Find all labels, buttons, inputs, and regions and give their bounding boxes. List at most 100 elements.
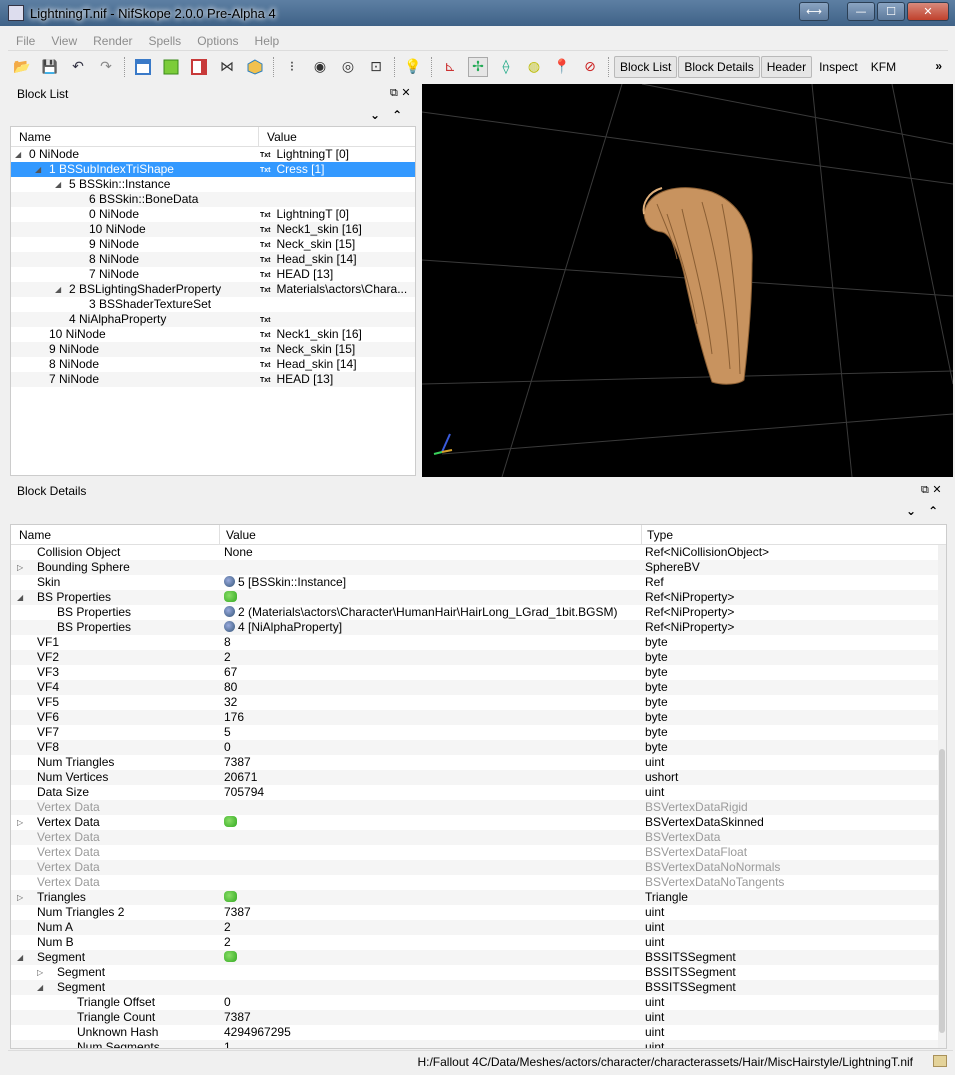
collapse-all-icon[interactable]: ⌃ — [928, 504, 938, 518]
details-row[interactable]: VF1 8 byte — [11, 635, 946, 650]
screenshot-icon[interactable]: ⊡ — [366, 57, 386, 77]
details-row-value[interactable]: 4 [NiAlphaProperty] — [224, 620, 342, 635]
details-row-value[interactable]: 176 — [224, 710, 244, 725]
array-icon[interactable] — [224, 816, 237, 827]
flip-view-icon[interactable]: ⋈ — [217, 57, 237, 77]
column-header-value[interactable]: Value — [226, 528, 256, 542]
details-table[interactable]: Name Value Type Collision Object None Ref<… — [10, 524, 947, 1049]
details-row[interactable]: Data Size 705794 uint — [11, 785, 946, 800]
walk-icon[interactable]: ⁝ — [282, 57, 302, 77]
details-row-value[interactable]: 67 — [224, 665, 237, 680]
details-row[interactable]: Vertex Data BSVertexDataNoTangents — [11, 875, 946, 890]
undo-icon[interactable]: ↶ — [68, 57, 88, 77]
details-row[interactable]: Vertex Data BSVertexDataNoNormals — [11, 860, 946, 875]
column-divider[interactable] — [641, 525, 642, 545]
tree-row[interactable]: ◢ 1 BSSubIndexTriShape Txt Cress [1] — [11, 162, 415, 177]
menu-options[interactable]: Options — [189, 34, 246, 48]
details-row[interactable]: ◢ Segment BSSITSSegment — [11, 980, 946, 995]
tab-inspect[interactable]: Inspect — [813, 56, 864, 78]
details-row[interactable]: VF8 0 byte — [11, 740, 946, 755]
details-row[interactable]: Vertex Data BSVertexData — [11, 830, 946, 845]
menu-view[interactable]: View — [43, 34, 85, 48]
menu-file[interactable]: File — [8, 34, 43, 48]
details-row[interactable]: VF6 176 byte — [11, 710, 946, 725]
details-row[interactable]: Collision Object None Ref<NiCollisionObjec… — [11, 545, 946, 560]
maximize-button[interactable]: ☐ — [877, 2, 905, 21]
show-collision-icon[interactable]: ◍ — [524, 57, 544, 77]
details-row[interactable]: Triangle Offset 0 uint — [11, 995, 946, 1010]
details-row-value[interactable]: 5 [BSSkin::Instance] — [224, 575, 346, 590]
details-row[interactable]: ▷ Bounding Sphere SphereBV — [11, 560, 946, 575]
menu-render[interactable]: Render — [85, 34, 140, 48]
tree-row[interactable]: 10 NiNode Txt Neck1_skin [16] — [11, 327, 415, 342]
details-row[interactable]: ◢ BS Properties Ref<NiProperty> — [11, 590, 946, 605]
show-axes-icon[interactable]: ⊾ — [440, 57, 460, 77]
array-icon[interactable] — [224, 591, 237, 602]
expand-arrow-icon[interactable]: ◢ — [35, 162, 41, 177]
details-row-value[interactable]: 7387 — [224, 755, 251, 770]
details-row-value[interactable]: 2 (Materials\actors\Character\HumanHair\… — [224, 605, 617, 620]
details-row[interactable]: Skin 5 [BSSkin::Instance] Ref — [11, 575, 946, 590]
tab-block-list[interactable]: Block List — [614, 56, 678, 78]
details-row[interactable]: BS Properties 2 (Materials\actors\Charact… — [11, 605, 946, 620]
details-row-value[interactable] — [224, 590, 237, 605]
show-constraints-icon[interactable]: ⟠ — [496, 57, 516, 77]
tab-block-details[interactable]: Block Details — [678, 56, 760, 78]
details-row[interactable]: Num Segments 1 uint — [11, 1040, 946, 1048]
details-row-value[interactable]: 1 — [224, 1040, 231, 1048]
details-row[interactable]: VF4 80 byte — [11, 680, 946, 695]
vertical-scrollbar[interactable] — [938, 545, 946, 1048]
details-row[interactable]: Num Triangles 7387 uint — [11, 755, 946, 770]
menu-help[interactable]: Help — [247, 34, 288, 48]
status-icon[interactable] — [933, 1055, 947, 1067]
tree-row[interactable]: 6 BSSkin::BoneData — [11, 192, 415, 207]
light-bulb-icon[interactable]: 💡 — [403, 57, 423, 77]
tree-row[interactable]: 0 NiNode Txt LightningT [0] — [11, 207, 415, 222]
save-icon[interactable]: 💾 — [40, 57, 60, 77]
details-row[interactable]: VF2 2 byte — [11, 650, 946, 665]
view-side-icon[interactable] — [189, 57, 209, 77]
details-row[interactable]: VF7 5 byte — [11, 725, 946, 740]
tree-row[interactable]: 10 NiNode Txt Neck1_skin [16] — [11, 222, 415, 237]
menu-spells[interactable]: Spells — [141, 34, 190, 48]
details-row-value[interactable]: 20671 — [224, 770, 257, 785]
details-row-value[interactable]: 2 — [224, 920, 231, 935]
details-row-value[interactable]: 2 — [224, 650, 231, 665]
tree-row[interactable]: 9 NiNode Txt Neck_skin [15] — [11, 342, 415, 357]
details-row-value[interactable]: 80 — [224, 680, 237, 695]
details-row[interactable]: Num B 2 uint — [11, 935, 946, 950]
perspective-icon[interactable] — [245, 57, 265, 77]
details-row-value[interactable]: None — [224, 545, 253, 560]
tree-row[interactable]: 9 NiNode Txt Neck_skin [15] — [11, 237, 415, 252]
details-row-value[interactable]: 5 — [224, 725, 231, 740]
block-tree[interactable]: Name Value ◢ 0 NiNode Txt LightningT [0] ◢ 1 … — [10, 126, 416, 476]
array-icon[interactable] — [224, 951, 237, 962]
details-row[interactable]: ▷ Triangles Triangle — [11, 890, 946, 905]
tree-row[interactable]: 4 NiAlphaProperty Txt — [11, 312, 415, 327]
expand-arrow-icon[interactable]: ◢ — [37, 980, 43, 995]
app-icon[interactable] — [8, 5, 24, 21]
tree-row[interactable]: ◢ 5 BSSkin::Instance — [11, 177, 415, 192]
details-row[interactable]: Vertex Data BSVertexDataFloat — [11, 845, 946, 860]
show-markers-icon[interactable]: 📍 — [552, 57, 572, 77]
tree-row[interactable]: 3 BSShaderTextureSet — [11, 297, 415, 312]
details-row[interactable]: VF3 67 byte — [11, 665, 946, 680]
link-icon[interactable] — [224, 576, 235, 587]
details-row-value[interactable]: 4294967295 — [224, 1025, 291, 1040]
expand-arrow-icon[interactable]: ▷ — [17, 560, 23, 575]
details-row[interactable]: Triangle Count 7387 uint — [11, 1010, 946, 1025]
view-front-icon[interactable] — [161, 57, 181, 77]
expand-arrow-icon[interactable]: ◢ — [17, 590, 23, 605]
details-row[interactable]: Num Triangles 2 7387 uint — [11, 905, 946, 920]
details-row[interactable]: ◢ Segment BSSITSSegment — [11, 950, 946, 965]
tree-row[interactable]: 7 NiNode Txt HEAD [13] — [11, 267, 415, 282]
link-icon[interactable] — [224, 606, 235, 617]
details-row-value[interactable]: 8 — [224, 635, 231, 650]
details-row-value[interactable]: 2 — [224, 935, 231, 950]
hide-icon[interactable]: ⊘ — [580, 57, 600, 77]
column-divider[interactable] — [219, 525, 220, 545]
close-panel-icon[interactable]: ✕ — [401, 86, 410, 99]
column-header-name[interactable]: Name — [11, 127, 259, 146]
expand-arrow-icon[interactable]: ▷ — [17, 815, 23, 830]
eye-hidden-icon[interactable]: ◎ — [338, 57, 358, 77]
